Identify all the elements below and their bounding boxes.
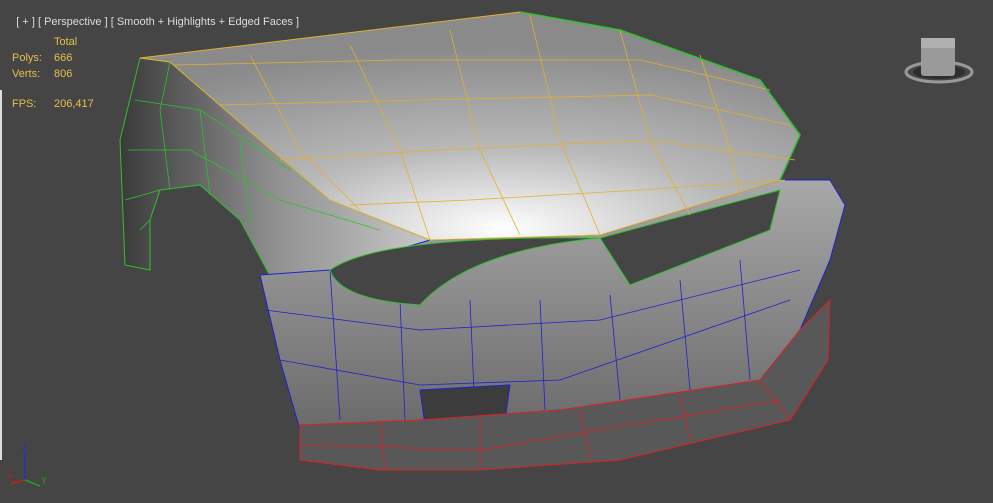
axis-z-label: z — [22, 442, 27, 452]
car-front-mesh[interactable] — [0, 0, 993, 503]
axis-tripod-icon: z x y — [8, 442, 47, 487]
perspective-viewport[interactable]: [ + ] [ Perspective ] [ Smooth + Highlig… — [0, 0, 993, 503]
axis-x-label: x — [8, 470, 13, 480]
viewcube-icon[interactable] — [903, 30, 975, 88]
axis-y-label: y — [42, 474, 47, 484]
